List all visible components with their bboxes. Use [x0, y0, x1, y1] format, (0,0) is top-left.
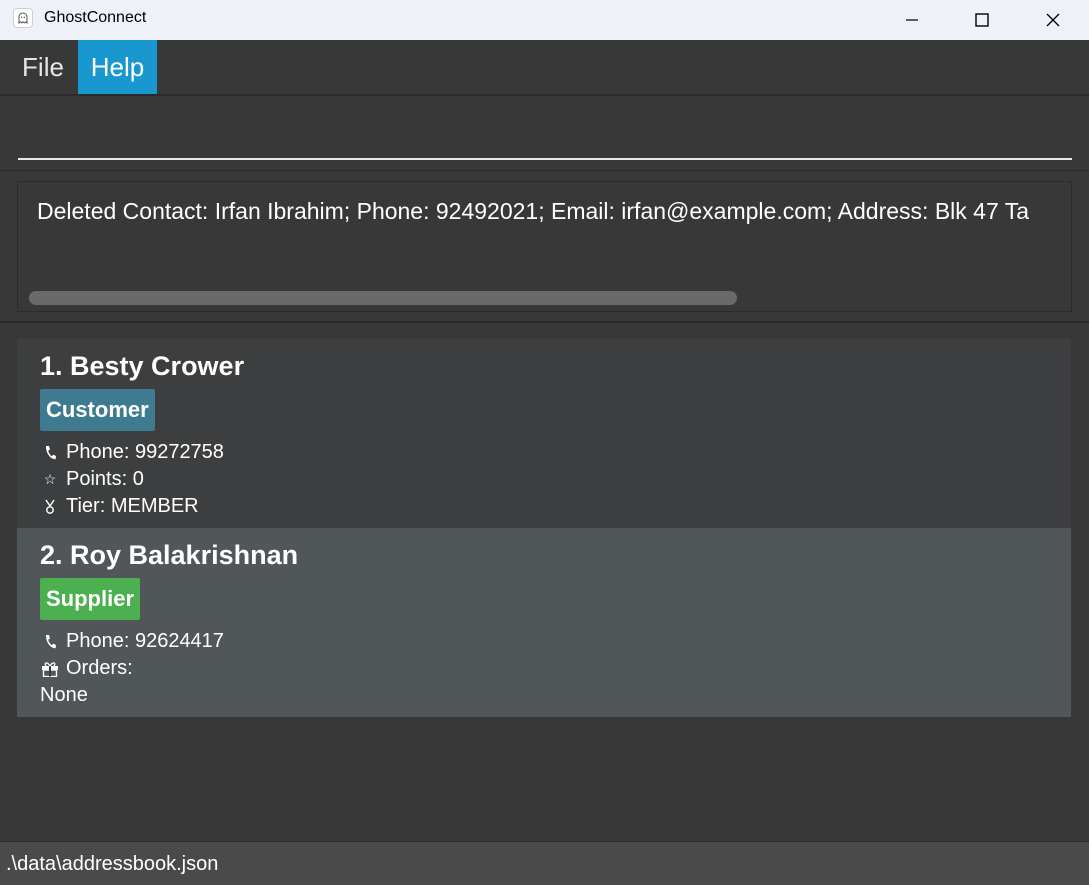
medal-icon	[40, 499, 60, 515]
person-card[interactable]: 2. Roy Balakrishnan Supplier Phone: 9262…	[17, 528, 1071, 717]
points-field: ☆ Points: 0	[40, 468, 144, 491]
phone-icon	[40, 445, 60, 461]
phone-field: Phone: 92624417	[40, 630, 224, 653]
tier-value: Tier: MEMBER	[66, 495, 199, 517]
horizontal-scrollbar[interactable]	[29, 291, 737, 305]
tier-field: Tier: MEMBER	[40, 495, 199, 518]
points-value: Points: 0	[66, 468, 144, 490]
close-button[interactable]	[1018, 0, 1088, 40]
orders-list: None	[40, 684, 88, 707]
tag-supplier: Supplier	[40, 578, 141, 620]
person-list[interactable]: 1. Besty Crower Customer Phone: 99272758…	[0, 322, 1089, 841]
person-name: 1. Besty Crower	[40, 351, 245, 381]
person-name: 2. Roy Balakrishnan	[40, 540, 299, 570]
maximize-icon	[975, 13, 989, 27]
minimize-icon	[906, 19, 918, 21]
window-title: GhostConnect	[44, 9, 147, 26]
phone-icon	[40, 634, 60, 650]
menu-bar: File Help	[0, 40, 1089, 95]
result-display[interactable]: Deleted Contact: Irfan Ibrahim; Phone: 9…	[17, 181, 1072, 312]
tag-customer: Customer	[40, 389, 155, 431]
ghost-icon	[13, 8, 33, 28]
orders-field: Orders:	[40, 657, 133, 680]
maximize-button[interactable]	[947, 0, 1017, 40]
command-box	[0, 95, 1089, 169]
person-card[interactable]: 1. Besty Crower Customer Phone: 99272758…	[17, 339, 1071, 528]
status-bar: .\data\addressbook.json	[0, 841, 1089, 885]
phone-field: Phone: 99272758	[40, 441, 224, 464]
close-icon	[1046, 13, 1060, 27]
phone-value: Phone: 92624417	[66, 630, 224, 652]
title-bar[interactable]: GhostConnect	[0, 0, 1089, 40]
app-window: GhostConnect File Help Deleted Contact: …	[0, 0, 1089, 885]
phone-value: Phone: 99272758	[66, 441, 224, 463]
command-input[interactable]	[18, 104, 1072, 160]
menu-help[interactable]: Help	[78, 40, 157, 94]
result-display-pane: Deleted Contact: Irfan Ibrahim; Phone: 9…	[0, 170, 1089, 322]
orders-value: None	[40, 684, 88, 706]
result-message: Deleted Contact: Irfan Ibrahim; Phone: 9…	[37, 198, 1030, 224]
menu-file[interactable]: File	[14, 40, 72, 94]
minimize-button[interactable]	[877, 0, 947, 40]
gift-icon	[40, 661, 60, 677]
orders-label: Orders:	[66, 657, 133, 679]
star-icon: ☆	[43, 471, 57, 487]
save-location: .\data\addressbook.json	[6, 853, 219, 875]
